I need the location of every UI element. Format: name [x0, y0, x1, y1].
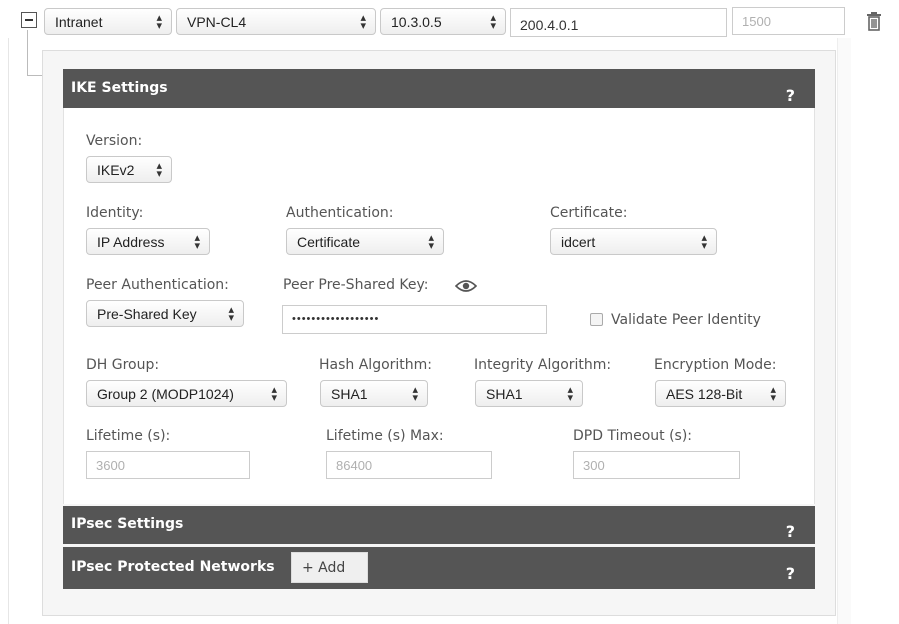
dpd-timeout-input[interactable]: 300 [573, 451, 740, 479]
left-frame [8, 38, 9, 624]
select-arrows-icon: ▴ ▾ [360, 12, 366, 32]
remote-ip-value: 200.4.0.1 [520, 17, 579, 33]
tunnel-select-value: VPN-CL4 [187, 14, 247, 30]
peer-psk-label: Peer Pre-Shared Key: [283, 277, 429, 293]
panel-frame [837, 38, 851, 624]
peer-psk-value: •••••••••••••••••• [292, 313, 380, 325]
authentication-select[interactable]: Certificate ▴ ▾ [286, 228, 444, 255]
peer-authentication-select[interactable]: Pre-Shared Key ▴ ▾ [86, 300, 244, 327]
encryption-mode-label: Encryption Mode: [654, 357, 777, 373]
ipsec-networks-title: IPsec Protected Networks [71, 559, 275, 575]
authentication-label: Authentication: [286, 205, 394, 221]
remote-ip-input[interactable]: 200.4.0.1 [510, 8, 727, 37]
ipsec-help-icon[interactable]: ? [786, 522, 795, 541]
select-arrows-icon: ▴ ▾ [701, 232, 707, 252]
authentication-select-value: Certificate [297, 234, 361, 250]
dh-group-label: DH Group: [86, 357, 160, 373]
zone-select-value: Intranet [55, 14, 103, 30]
version-select[interactable]: IKEv2 ▴ ▾ [86, 156, 172, 183]
hash-algorithm-select-value: SHA1 [331, 386, 368, 402]
identity-label: Identity: [86, 205, 144, 221]
lifetime-input[interactable]: 3600 [86, 451, 250, 479]
dh-group-select-value: Group 2 (MODP1024) [97, 386, 234, 402]
dpd-timeout-placeholder: 300 [583, 458, 605, 473]
certificate-label: Certificate: [550, 205, 628, 221]
certificate-select[interactable]: idcert ▴ ▾ [550, 228, 717, 255]
collapse-toggle[interactable] [21, 12, 37, 28]
hash-algorithm-select[interactable]: SHA1 ▴ ▾ [320, 380, 428, 407]
ike-settings-title: IKE Settings [71, 80, 168, 96]
encryption-mode-select[interactable]: AES 128-Bit ▴ ▾ [655, 380, 786, 407]
lifetime-placeholder: 3600 [96, 458, 125, 473]
validate-peer-label: Validate Peer Identity [611, 312, 761, 328]
identity-select[interactable]: IP Address ▴ ▾ [86, 228, 210, 255]
mtu-placeholder: 1500 [742, 14, 771, 29]
tunnel-select[interactable]: VPN-CL4 ▴ ▾ [176, 8, 376, 35]
minus-icon [25, 19, 33, 21]
integrity-algorithm-select-value: SHA1 [486, 386, 523, 402]
select-arrows-icon: ▴ ▾ [194, 232, 200, 252]
ipsec-networks-help-icon[interactable]: ? [786, 564, 795, 583]
local-ip-select-value: 10.3.0.5 [391, 14, 442, 30]
select-arrows-icon: ▴ ▾ [156, 12, 162, 32]
peer-psk-input[interactable]: •••••••••••••••••• [282, 305, 547, 334]
certificate-select-value: idcert [561, 234, 596, 250]
integrity-algorithm-select[interactable]: SHA1 ▴ ▾ [475, 380, 583, 407]
select-arrows-icon: ▴ ▾ [428, 232, 434, 252]
ike-settings-header[interactable]: IKE Settings ? [63, 69, 815, 108]
hash-algorithm-label: Hash Algorithm: [319, 357, 433, 373]
integrity-algorithm-label: Integrity Algorithm: [474, 357, 612, 373]
zone-select[interactable]: Intranet ▴ ▾ [44, 8, 172, 35]
select-arrows-icon: ▴ ▾ [271, 384, 277, 404]
peer-authentication-select-value: Pre-Shared Key [97, 306, 197, 322]
local-ip-select[interactable]: 10.3.0.5 ▴ ▾ [380, 8, 506, 35]
encryption-mode-select-value: AES 128-Bit [666, 386, 743, 402]
select-arrows-icon: ▴ ▾ [567, 384, 573, 404]
trash-icon[interactable] [866, 11, 882, 31]
lifetime-max-placeholder: 86400 [336, 458, 373, 473]
tree-connector [27, 30, 28, 76]
peer-authentication-label: Peer Authentication: [86, 277, 229, 293]
version-select-value: IKEv2 [97, 162, 135, 178]
lifetime-max-label: Lifetime (s) Max: [326, 428, 444, 444]
add-network-label: + Add [302, 560, 346, 576]
identity-select-value: IP Address [97, 234, 165, 250]
mtu-input[interactable]: 1500 [732, 7, 845, 35]
version-label: Version: [86, 133, 143, 149]
ipsec-settings-title: IPsec Settings [71, 516, 184, 532]
ike-help-icon[interactable]: ? [786, 86, 795, 105]
select-arrows-icon: ▴ ▾ [156, 160, 162, 180]
ipsec-networks-header: IPsec Protected Networks ? [63, 547, 815, 589]
dpd-timeout-label: DPD Timeout (s): [573, 428, 693, 444]
lifetime-label: Lifetime (s): [86, 428, 171, 444]
lifetime-max-input[interactable]: 86400 [326, 451, 492, 479]
select-arrows-icon: ▴ ▾ [770, 384, 776, 404]
add-network-button[interactable]: + Add [291, 552, 368, 583]
eye-icon[interactable] [454, 278, 478, 294]
select-arrows-icon: ▴ ▾ [490, 12, 496, 32]
validate-peer-checkbox[interactable] [590, 313, 603, 326]
select-arrows-icon: ▴ ▾ [412, 384, 418, 404]
dh-group-select[interactable]: Group 2 (MODP1024) ▴ ▾ [86, 380, 287, 407]
ipsec-settings-header[interactable]: IPsec Settings ? [63, 506, 815, 544]
select-arrows-icon: ▴ ▾ [228, 304, 234, 324]
